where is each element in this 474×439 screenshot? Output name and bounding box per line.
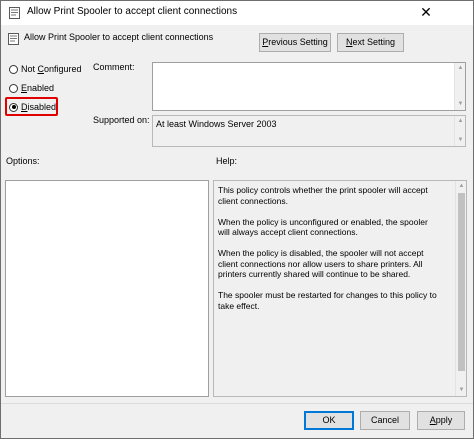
title-bar[interactable]: Allow Print Spooler to accept client con…: [1, 1, 473, 25]
supported-on-label: Supported on:: [93, 115, 150, 125]
scroll-up-arrow-icon[interactable]: ▲: [457, 118, 464, 125]
scroll-up-arrow-icon[interactable]: ▲: [458, 183, 465, 190]
policy-name-heading: Allow Print Spooler to accept client con…: [24, 32, 214, 42]
help-scroll-thumb[interactable]: [458, 193, 465, 371]
radio-button-not-configured[interactable]: [9, 64, 18, 74]
radio-label-not-configured: Not Configured: [21, 64, 82, 74]
ok-button[interactable]: OK: [304, 411, 354, 430]
scroll-down-arrow-icon[interactable]: ▼: [458, 387, 465, 394]
radio-not-configured[interactable]: Not Configured: [9, 62, 82, 76]
close-icon[interactable]: ✕: [418, 1, 434, 25]
radio-enabled[interactable]: Enabled: [9, 81, 54, 95]
supported-on-value: At least Windows Server 2003: [156, 119, 277, 129]
previous-setting-button[interactable]: Previous Setting: [259, 33, 331, 52]
disabled-highlight-box: [5, 97, 58, 116]
next-setting-label: ext Setting: [352, 37, 396, 47]
help-panel: This policy controls whether the print s…: [213, 180, 467, 397]
help-paragraph: The spooler must be restarted for change…: [218, 290, 437, 311]
comment-label: Comment:: [93, 62, 135, 72]
help-paragraph: When the policy is disabled, the spooler…: [218, 248, 424, 279]
comment-textarea[interactable]: ▲ ▼: [152, 62, 466, 111]
comment-scrollbar[interactable]: ▲ ▼: [454, 63, 465, 110]
apply-button[interactable]: Apply: [417, 411, 465, 430]
help-paragraph: This policy controls whether the print s…: [218, 185, 428, 206]
radio-label-enabled: Enabled: [21, 83, 55, 93]
scroll-down-arrow-icon[interactable]: ▼: [457, 137, 464, 144]
help-text: This policy controls whether the print s…: [218, 185, 438, 322]
supported-on-box: At least Windows Server 2003 ▲ ▼: [152, 115, 466, 147]
scroll-down-arrow-icon[interactable]: ▼: [457, 101, 464, 108]
window-title: Allow Print Spooler to accept client con…: [27, 6, 238, 17]
help-label: Help:: [216, 156, 238, 166]
policy-setting-icon: [9, 7, 20, 19]
help-paragraph: When the policy is unconfigured or enabl…: [218, 216, 428, 238]
footer-divider: [1, 403, 473, 404]
help-scrollbar[interactable]: ▲ ▼: [455, 181, 466, 396]
apply-label: pply: [435, 415, 453, 425]
cancel-button[interactable]: Cancel: [360, 411, 410, 430]
previous-setting-label: revious Setting: [268, 37, 328, 47]
radio-button-enabled[interactable]: [9, 83, 18, 93]
policy-setting-dialog: Allow Print Spooler to accept client con…: [0, 0, 474, 439]
scroll-up-arrow-icon[interactable]: ▲: [457, 65, 464, 72]
options-panel: [5, 180, 209, 397]
supported-on-scrollbar[interactable]: ▲ ▼: [454, 116, 465, 146]
next-setting-button[interactable]: Next Setting: [337, 33, 404, 52]
options-label: Options:: [6, 156, 40, 166]
policy-setting-icon: [8, 33, 19, 45]
